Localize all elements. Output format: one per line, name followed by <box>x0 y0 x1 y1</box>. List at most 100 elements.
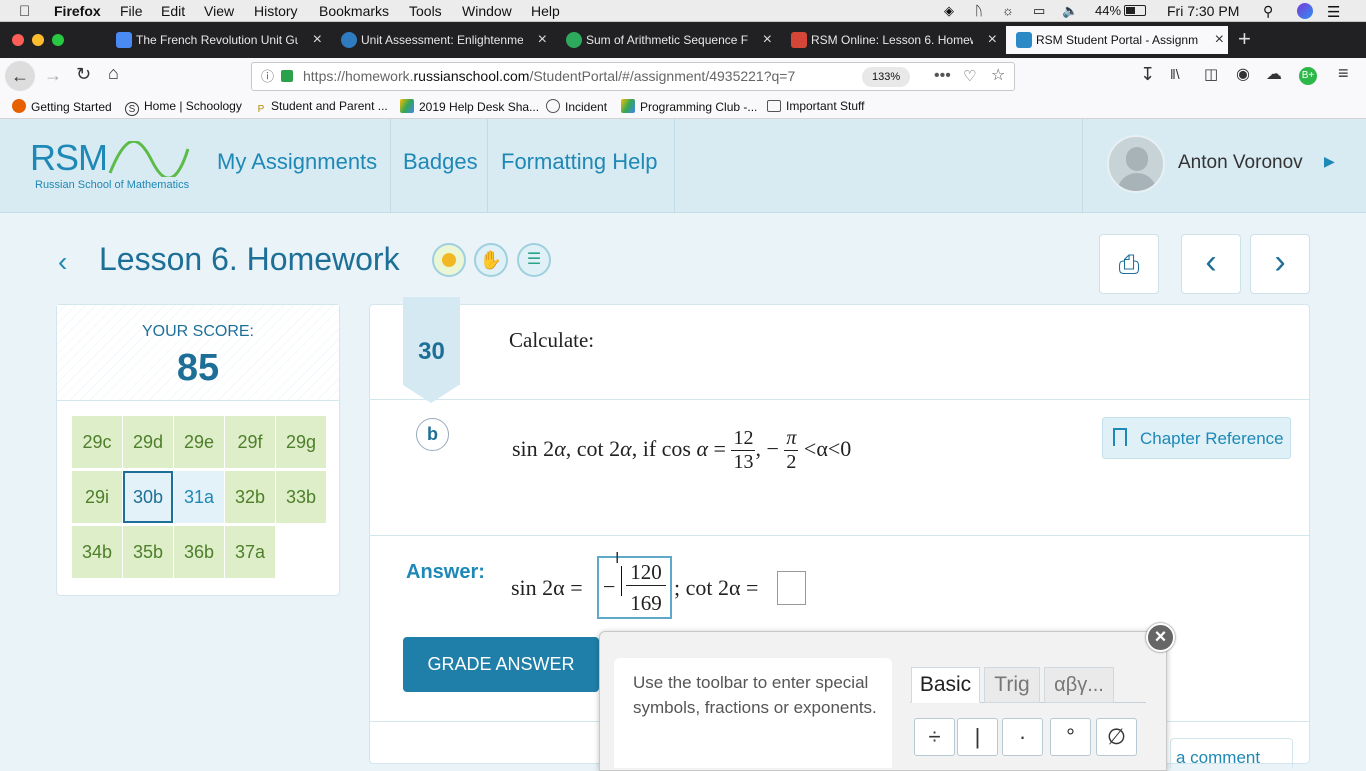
key-absolute-value[interactable]: | <box>957 718 998 756</box>
question-cell-36b[interactable]: 36b <box>174 526 224 578</box>
pocket-icon[interactable]: ♡ <box>963 63 976 90</box>
bookmark-star-icon[interactable]: ☆ <box>991 62 1005 89</box>
account-icon[interactable]: ◉ <box>1236 64 1250 84</box>
volume-icon[interactable]: 🔈 <box>1062 3 1078 19</box>
dropbox-icon[interactable]: ◈ <box>944 3 954 19</box>
grade-answer-button[interactable]: GRADE ANSWER <box>403 637 599 692</box>
rsm-logo[interactable]: RSM Russian School of Mathematics <box>30 137 195 197</box>
nav-my-assignments[interactable]: My Assignments <box>217 149 377 175</box>
user-menu-caret-icon[interactable]: ▶ <box>1324 153 1335 170</box>
zoom-window-icon[interactable] <box>52 34 64 46</box>
question-cell-29g[interactable]: 29g <box>276 416 326 468</box>
question-cell-34b[interactable]: 34b <box>72 526 122 578</box>
page-actions-icon[interactable]: ••• <box>934 62 951 89</box>
chapter-reference-button[interactable]: Chapter Reference <box>1102 417 1291 459</box>
tab-french-revolution[interactable]: The French Revolution Unit Gui × <box>106 26 326 54</box>
previous-question-button[interactable]: ‹ <box>1181 234 1241 294</box>
back-icon[interactable]: ← <box>5 61 35 91</box>
battery-icon[interactable] <box>1124 5 1146 16</box>
menu-hamburger-icon[interactable]: ≡ <box>1338 63 1349 84</box>
downloads-icon[interactable]: ↧ <box>1140 64 1155 85</box>
library-icon[interactable]: ‖\ <box>1170 66 1180 82</box>
close-window-icon[interactable] <box>12 34 24 46</box>
user-name[interactable]: Anton Voronov <box>1178 152 1303 174</box>
print-button[interactable]: ⎙ <box>1099 234 1159 294</box>
menu-tools[interactable]: Tools <box>409 3 442 19</box>
info-icon[interactable]: ⓘ <box>261 63 274 90</box>
tab-rsm-student-portal[interactable]: RSM Student Portal - Assignme × <box>1006 26 1228 54</box>
question-cell-29e[interactable]: 29e <box>174 416 224 468</box>
reload-icon[interactable]: ↻ <box>76 64 91 85</box>
question-cell-29f[interactable]: 29f <box>225 416 275 468</box>
bookmark-help-desk[interactable]: 2019 Help Desk Sha... <box>400 99 539 114</box>
answer-numerator[interactable]: 120 <box>626 560 666 586</box>
menu-view[interactable]: View <box>204 3 234 19</box>
tab-unit-assessment[interactable]: Unit Assessment: Enlightenmen × <box>331 26 551 54</box>
bookmark-folder-important[interactable]: Important Stuff <box>767 99 865 113</box>
question-cell-29c[interactable]: 29c <box>72 416 122 468</box>
books-badge-icon[interactable]: ☰ <box>517 243 551 277</box>
question-cell-30b[interactable]: 30b <box>123 471 173 523</box>
menu-window[interactable]: Window <box>462 3 512 19</box>
bookmark-programming-club[interactable]: Programming Club -... <box>621 99 757 114</box>
spotlight-search-icon[interactable]: ⚲ <box>1263 3 1273 20</box>
key-degree[interactable]: ° <box>1050 718 1091 756</box>
tab-basic[interactable]: Basic <box>911 667 980 703</box>
notification-center-icon[interactable]: ☰ <box>1327 3 1340 21</box>
menu-edit[interactable]: Edit <box>161 3 185 19</box>
url-bar[interactable]: ⓘ https://homework.russianschool.com/Stu… <box>251 62 1015 91</box>
grammarly-extension-icon[interactable]: B+ <box>1299 67 1317 85</box>
nav-badges[interactable]: Badges <box>403 149 478 175</box>
tab-trig[interactable]: Trig <box>984 667 1040 703</box>
menu-help[interactable]: Help <box>531 3 560 19</box>
siri-icon[interactable] <box>1297 3 1313 19</box>
wifi-icon[interactable]: ☼ <box>1002 3 1014 18</box>
question-cell-31a[interactable]: 31a <box>174 471 224 523</box>
bookmark-getting-started[interactable]: Getting Started <box>12 99 112 114</box>
medal-badge-icon[interactable] <box>432 243 466 277</box>
bookmark-incident[interactable]: Incident <box>546 99 607 114</box>
clock[interactable]: Fri 7:30 PM <box>1167 3 1239 19</box>
menu-file[interactable]: File <box>120 3 143 19</box>
home-icon[interactable]: ⌂ <box>108 63 119 84</box>
tab-rsm-online-gmail[interactable]: RSM Online: Lesson 6. Homewo × <box>781 26 1001 54</box>
menu-bookmarks[interactable]: Bookmarks <box>319 3 389 19</box>
question-cell-37a[interactable]: 37a <box>225 526 275 578</box>
close-tab-icon[interactable]: × <box>763 26 772 54</box>
back-chevron-icon[interactable]: ‹ <box>58 246 67 278</box>
cot-answer-input[interactable] <box>777 571 806 605</box>
airplay-icon[interactable]: ▭ <box>1033 3 1045 19</box>
next-question-button[interactable]: › <box>1250 234 1310 294</box>
new-tab-icon[interactable]: + <box>1238 26 1251 52</box>
close-tab-icon[interactable]: × <box>313 26 322 54</box>
menu-history[interactable]: History <box>254 3 298 19</box>
menu-app[interactable]: Firefox <box>54 3 101 19</box>
tab-greek[interactable]: αβγ... <box>1044 667 1114 703</box>
url-text[interactable]: https://homework.russianschool.com/Stude… <box>303 63 795 90</box>
question-cell-33b[interactable]: 33b <box>276 471 326 523</box>
bookmark-schoology[interactable]: S Home | Schoology <box>125 99 242 116</box>
extension-icon[interactable]: ☁ <box>1266 64 1282 84</box>
sidebar-icon[interactable]: ◫ <box>1204 65 1218 83</box>
zoom-level-badge[interactable]: 133% <box>862 67 911 87</box>
bookmark-student-parent[interactable]: P Student and Parent ... <box>256 99 388 117</box>
key-divide[interactable]: ÷ <box>914 718 955 756</box>
avatar[interactable] <box>1107 135 1165 193</box>
tab-arithmetic-sequence[interactable]: Sum of Arithmetic Sequence Fo × <box>556 26 776 54</box>
answer-denominator[interactable]: 169 <box>626 591 666 616</box>
question-cell-29d[interactable]: 29d <box>123 416 173 468</box>
close-toolbar-icon[interactable]: × <box>1146 623 1175 652</box>
bluetooth-icon[interactable]: ᚢ <box>975 3 983 18</box>
hand-badge-icon[interactable]: ✋ <box>474 243 508 277</box>
close-tab-icon[interactable]: × <box>988 26 997 54</box>
apple-icon[interactable]:  <box>19 3 30 20</box>
forward-icon[interactable]: → <box>44 65 62 86</box>
key-empty-set[interactable]: ∅ <box>1096 718 1137 756</box>
close-tab-icon[interactable]: × <box>1215 26 1224 54</box>
question-cell-35b[interactable]: 35b <box>123 526 173 578</box>
close-tab-icon[interactable]: × <box>538 26 547 54</box>
sin-answer-input[interactable]: − 120 169 <box>597 556 672 619</box>
question-cell-29i[interactable]: 29i <box>72 471 122 523</box>
question-cell-32b[interactable]: 32b <box>225 471 275 523</box>
minimize-window-icon[interactable] <box>32 34 44 46</box>
